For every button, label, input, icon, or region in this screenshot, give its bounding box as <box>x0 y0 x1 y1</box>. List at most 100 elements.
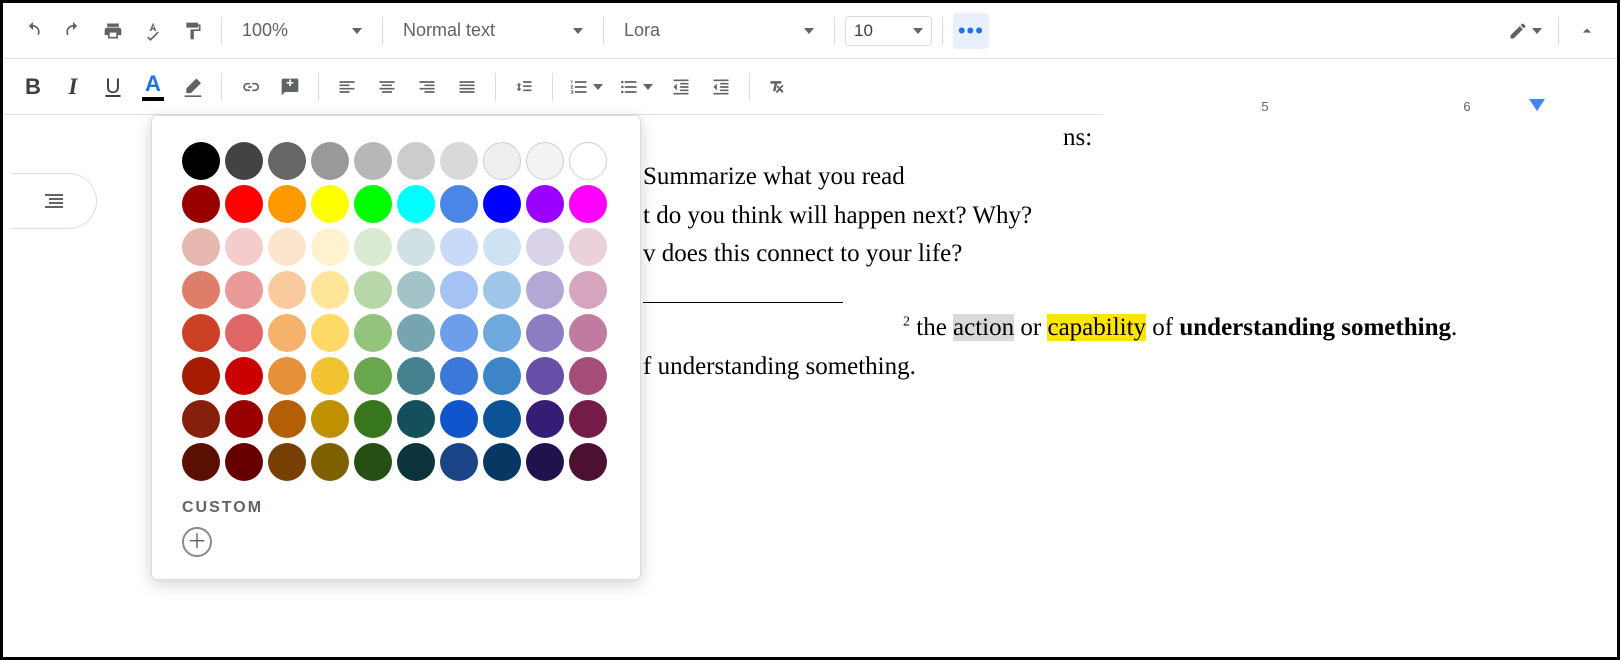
collapse-toolbar-button[interactable] <box>1569 13 1605 49</box>
color-swatch[interactable] <box>311 271 349 309</box>
text-color-button[interactable]: A <box>135 69 171 105</box>
color-swatch[interactable] <box>311 142 349 180</box>
line-spacing-button[interactable] <box>506 69 542 105</box>
color-swatch[interactable] <box>225 142 263 180</box>
color-swatch[interactable] <box>268 271 306 309</box>
insert-link-button[interactable] <box>232 69 268 105</box>
color-swatch[interactable] <box>182 400 220 438</box>
color-swatch[interactable] <box>569 271 607 309</box>
zoom-dropdown[interactable]: 100% <box>232 13 372 49</box>
color-swatch[interactable] <box>569 357 607 395</box>
color-swatch[interactable] <box>268 185 306 223</box>
undo-button[interactable] <box>15 13 51 49</box>
color-swatch[interactable] <box>225 400 263 438</box>
font-size-input[interactable]: 10 <box>845 16 932 46</box>
color-swatch[interactable] <box>311 228 349 266</box>
increase-indent-button[interactable] <box>703 69 739 105</box>
color-swatch[interactable] <box>483 142 521 180</box>
color-swatch[interactable] <box>526 142 564 180</box>
add-custom-color-button[interactable]: ＋ <box>182 527 212 557</box>
color-swatch[interactable] <box>225 185 263 223</box>
ruler-indent-marker[interactable] <box>1529 99 1545 111</box>
color-swatch[interactable] <box>397 185 435 223</box>
color-swatch[interactable] <box>397 142 435 180</box>
color-swatch[interactable] <box>526 357 564 395</box>
color-swatch[interactable] <box>182 357 220 395</box>
color-swatch[interactable] <box>354 228 392 266</box>
color-swatch[interactable] <box>354 185 392 223</box>
color-swatch[interactable] <box>440 185 478 223</box>
numbered-list-button[interactable] <box>563 69 609 105</box>
color-swatch[interactable] <box>182 142 220 180</box>
font-family-dropdown[interactable]: Lora <box>614 13 824 49</box>
color-swatch[interactable] <box>311 400 349 438</box>
color-swatch[interactable] <box>225 228 263 266</box>
add-comment-button[interactable] <box>272 69 308 105</box>
color-swatch[interactable] <box>225 314 263 352</box>
color-swatch[interactable] <box>569 185 607 223</box>
color-swatch[interactable] <box>569 314 607 352</box>
color-swatch[interactable] <box>268 228 306 266</box>
color-swatch[interactable] <box>182 228 220 266</box>
color-swatch[interactable] <box>483 185 521 223</box>
color-swatch[interactable] <box>440 271 478 309</box>
color-swatch[interactable] <box>225 271 263 309</box>
color-swatch[interactable] <box>354 271 392 309</box>
color-swatch[interactable] <box>225 357 263 395</box>
color-swatch[interactable] <box>483 357 521 395</box>
color-swatch[interactable] <box>526 228 564 266</box>
color-swatch[interactable] <box>526 400 564 438</box>
color-swatch[interactable] <box>569 400 607 438</box>
color-swatch[interactable] <box>440 400 478 438</box>
color-swatch[interactable] <box>526 271 564 309</box>
color-swatch[interactable] <box>483 271 521 309</box>
align-justify-button[interactable] <box>449 69 485 105</box>
align-right-button[interactable] <box>409 69 445 105</box>
underline-button[interactable]: U <box>95 69 131 105</box>
paint-format-button[interactable] <box>175 13 211 49</box>
more-button[interactable]: ••• <box>953 13 989 49</box>
color-swatch[interactable] <box>225 443 263 481</box>
color-swatch[interactable] <box>182 185 220 223</box>
color-swatch[interactable] <box>397 314 435 352</box>
color-swatch[interactable] <box>397 400 435 438</box>
color-swatch[interactable] <box>440 443 478 481</box>
color-swatch[interactable] <box>311 357 349 395</box>
color-swatch[interactable] <box>354 142 392 180</box>
color-swatch[interactable] <box>268 142 306 180</box>
color-swatch[interactable] <box>440 357 478 395</box>
print-button[interactable] <box>95 13 131 49</box>
color-swatch[interactable] <box>569 142 607 180</box>
color-swatch[interactable] <box>483 314 521 352</box>
color-swatch[interactable] <box>182 271 220 309</box>
color-swatch[interactable] <box>182 443 220 481</box>
color-swatch[interactable] <box>526 314 564 352</box>
color-swatch[interactable] <box>483 443 521 481</box>
color-swatch[interactable] <box>268 357 306 395</box>
color-swatch[interactable] <box>311 443 349 481</box>
color-swatch[interactable] <box>354 314 392 352</box>
color-swatch[interactable] <box>397 357 435 395</box>
clear-formatting-button[interactable] <box>760 69 796 105</box>
redo-button[interactable] <box>55 13 91 49</box>
color-swatch[interactable] <box>483 400 521 438</box>
color-swatch[interactable] <box>483 228 521 266</box>
highlight-color-button[interactable] <box>175 69 211 105</box>
spellcheck-button[interactable] <box>135 13 171 49</box>
color-swatch[interactable] <box>569 443 607 481</box>
color-swatch[interactable] <box>440 228 478 266</box>
color-swatch[interactable] <box>182 314 220 352</box>
italic-button[interactable]: I <box>55 69 91 105</box>
color-swatch[interactable] <box>354 357 392 395</box>
color-swatch[interactable] <box>526 443 564 481</box>
color-swatch[interactable] <box>440 314 478 352</box>
color-swatch[interactable] <box>268 443 306 481</box>
align-left-button[interactable] <box>329 69 365 105</box>
color-swatch[interactable] <box>397 271 435 309</box>
color-swatch[interactable] <box>311 314 349 352</box>
color-swatch[interactable] <box>569 228 607 266</box>
color-swatch[interactable] <box>354 443 392 481</box>
color-swatch[interactable] <box>440 142 478 180</box>
bulleted-list-button[interactable] <box>613 69 659 105</box>
color-swatch[interactable] <box>354 400 392 438</box>
